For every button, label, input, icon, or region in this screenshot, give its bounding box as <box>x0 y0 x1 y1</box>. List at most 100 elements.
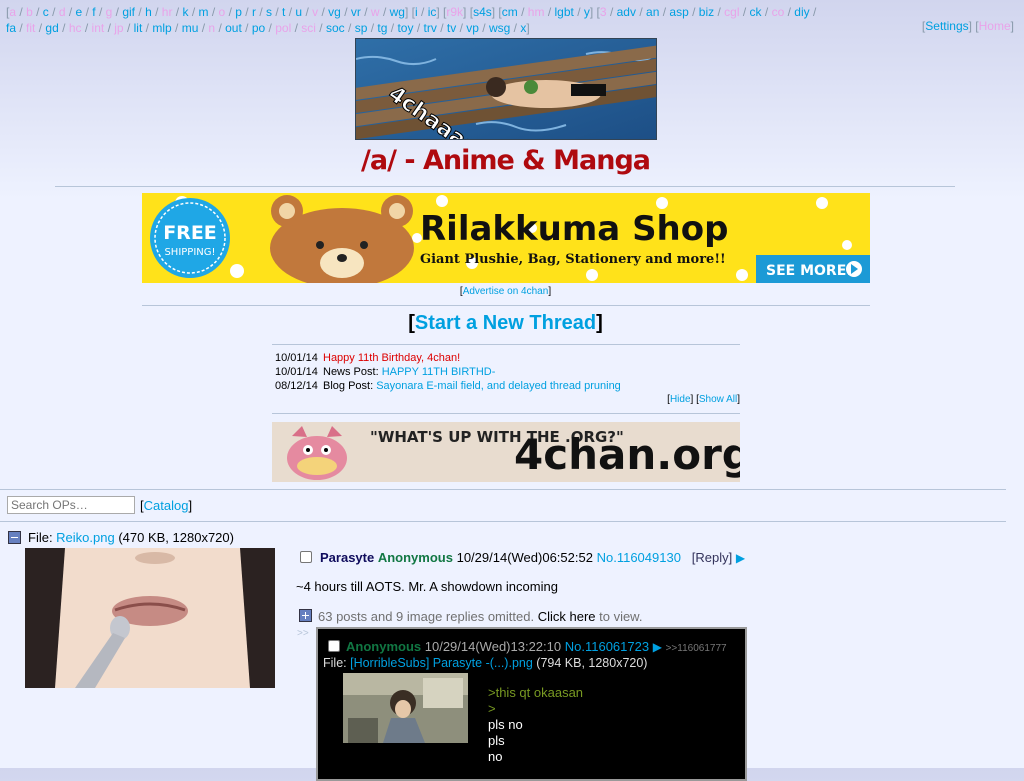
board-link[interactable]: r <box>252 5 256 19</box>
board-link[interactable]: out <box>225 21 242 35</box>
board-link[interactable]: m <box>199 5 209 19</box>
reply-post-number[interactable]: No.116061723 <box>565 639 649 654</box>
op-file-info: File: Reiko.png (470 KB, 1280x720) <box>28 530 234 545</box>
board-link[interactable]: ic <box>428 5 437 19</box>
board-link[interactable]: h <box>145 5 152 19</box>
news-link[interactable]: Sayonara E-mail field, and delayed threa… <box>376 380 621 392</box>
board-link[interactable]: r9k <box>446 5 463 19</box>
board-link[interactable]: vg <box>328 5 341 19</box>
news-link[interactable]: HAPPY 11TH BIRTHD- <box>382 366 496 378</box>
board-link[interactable]: cgl <box>724 5 739 19</box>
board-link[interactable]: v <box>312 5 318 19</box>
board-link[interactable]: f <box>92 5 95 19</box>
settings-link[interactable]: Settings <box>925 19 968 33</box>
home-link[interactable]: Home <box>979 19 1011 33</box>
board-link[interactable]: tv <box>447 21 456 35</box>
board-link[interactable]: tg <box>377 21 387 35</box>
board-link[interactable]: hr <box>162 5 173 19</box>
hide-news-link[interactable]: Hide <box>670 394 691 405</box>
board-link[interactable]: int <box>92 21 105 35</box>
omitted-text: 63 posts and 9 image replies omitted. <box>318 609 535 624</box>
board-link[interactable]: n <box>208 21 215 35</box>
ad-banner[interactable]: FREE SHIPPING! Rilakkuma Shop Giant Plus… <box>142 193 870 283</box>
board-link[interactable]: gif <box>122 5 135 19</box>
board-link[interactable]: ck <box>750 5 762 19</box>
op-file-link[interactable]: Reiko.png <box>56 530 115 545</box>
board-link[interactable]: s <box>266 5 272 19</box>
board-link[interactable]: y <box>584 5 590 19</box>
board-link[interactable]: sci <box>301 21 316 35</box>
board-link[interactable]: fit <box>26 21 35 35</box>
board-link[interactable]: e <box>76 5 83 19</box>
expand-thread-icon[interactable] <box>299 609 312 622</box>
board-link[interactable]: k <box>182 5 188 19</box>
org-banner-site: 4chan.org <box>514 430 740 479</box>
board-link[interactable]: u <box>295 5 302 19</box>
board-link[interactable]: vp <box>466 21 479 35</box>
board-link[interactable]: 3 <box>600 5 607 19</box>
backlink[interactable]: >>116061777 <box>666 643 727 654</box>
board-link[interactable]: fa <box>6 21 16 35</box>
org-banner[interactable]: "WHAT'S UP WITH THE .ORG?" 4chan.org <box>272 422 740 482</box>
board-link[interactable]: p <box>235 5 242 19</box>
board-link[interactable]: mu <box>182 21 199 35</box>
board-link[interactable]: a <box>9 5 16 19</box>
op-select-checkbox[interactable] <box>300 551 312 563</box>
board-banner[interactable]: 4chaaaan <box>355 38 657 140</box>
reply-select-checkbox[interactable] <box>328 640 340 652</box>
board-link[interactable]: t <box>282 5 285 19</box>
op-thumbnail[interactable] <box>25 548 275 688</box>
board-link[interactable]: s4s <box>473 5 492 19</box>
ad-headline: Rilakkuma Shop <box>420 209 728 249</box>
board-link[interactable]: an <box>646 5 659 19</box>
board-link[interactable]: lgbt <box>555 5 574 19</box>
board-link[interactable]: d <box>59 5 66 19</box>
hide-thread-icon[interactable] <box>8 531 21 544</box>
board-link[interactable]: gd <box>45 21 58 35</box>
board-link[interactable]: adv <box>617 5 636 19</box>
board-link[interactable]: hc <box>69 21 82 35</box>
board-link[interactable]: co <box>772 5 785 19</box>
board-link[interactable]: mlp <box>152 21 171 35</box>
board-link[interactable]: cm <box>502 5 518 19</box>
board-link[interactable]: sp <box>355 21 368 35</box>
board-link[interactable]: b <box>26 5 33 19</box>
divider <box>55 186 955 187</box>
start-thread-link[interactable]: Start a New Thread <box>415 312 596 334</box>
board-link[interactable]: w <box>371 5 380 19</box>
advertise-link[interactable]: Advertise on 4chan <box>463 286 549 297</box>
reply-datetime: 10/29/14(Wed)13:22:10 <box>424 639 562 654</box>
board-link[interactable]: trv <box>424 21 437 35</box>
board-link[interactable]: i <box>415 5 418 19</box>
search-ops-input[interactable] <box>7 496 135 514</box>
board-link[interactable]: vr <box>351 5 361 19</box>
reply-side-arrows: >> <box>297 628 309 639</box>
reply-file-link[interactable]: [HorribleSubs] Parasyte -(...).png <box>350 656 533 670</box>
catalog-link[interactable]: Catalog <box>144 498 189 513</box>
board-link[interactable]: pol <box>275 21 291 35</box>
board-link[interactable]: hm <box>528 5 545 19</box>
omitted-suffix: to view. <box>595 609 643 624</box>
board-link[interactable]: lit <box>134 21 143 35</box>
board-link[interactable]: biz <box>699 5 714 19</box>
board-link[interactable]: c <box>43 5 49 19</box>
expand-thread-link[interactable]: Click here <box>538 609 596 624</box>
reply-thumbnail[interactable] <box>343 673 468 743</box>
board-link[interactable]: diy <box>794 5 809 19</box>
board-link[interactable]: jp <box>114 21 123 35</box>
op-post-number[interactable]: No.116049130 <box>597 550 681 565</box>
board-link[interactable]: toy <box>397 21 413 35</box>
board-link[interactable]: asp <box>669 5 688 19</box>
reply-link[interactable]: Reply <box>695 550 728 565</box>
board-link[interactable]: g <box>106 5 113 19</box>
reply-menu-arrow-icon[interactable]: ▶ <box>653 640 662 654</box>
board-link[interactable]: wg <box>390 5 405 19</box>
board-link[interactable]: soc <box>326 21 345 35</box>
board-link[interactable]: o <box>219 5 226 19</box>
news-date: 08/12/14 <box>275 380 318 392</box>
board-link[interactable]: x <box>520 21 526 35</box>
show-all-news-link[interactable]: Show All <box>699 394 737 405</box>
board-link[interactable]: wsg <box>489 21 510 35</box>
board-link[interactable]: po <box>252 21 265 35</box>
post-menu-arrow-icon[interactable]: ▶ <box>736 551 745 565</box>
